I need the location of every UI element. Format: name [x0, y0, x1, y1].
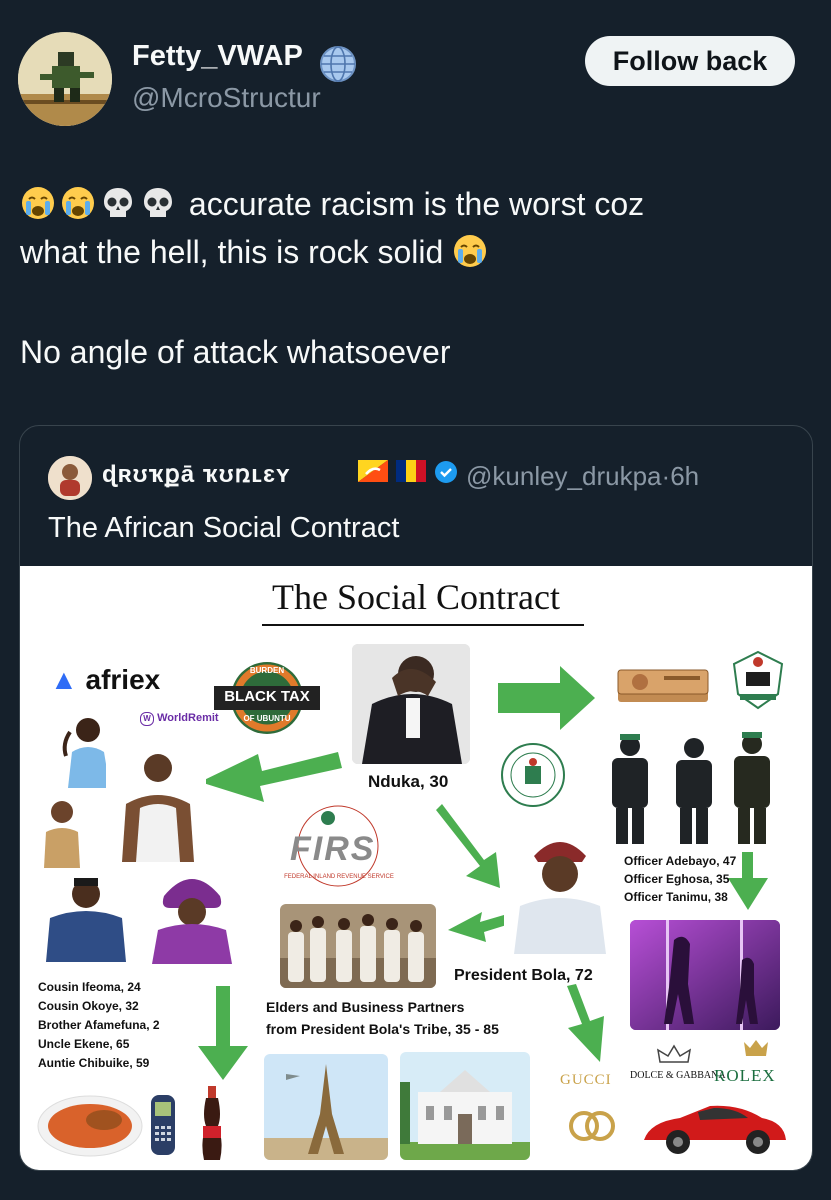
- elders-photo: [280, 904, 436, 988]
- skull-icon: [140, 185, 176, 221]
- quote-text: The African Social Contract: [48, 512, 400, 544]
- naira-cash-icon: [616, 666, 710, 706]
- rolex-label: ROLEX: [714, 1066, 776, 1085]
- crying-face-icon: [20, 185, 56, 221]
- elders-label: Elders and Business Partners from Presid…: [266, 996, 499, 1040]
- tweet-text-2: what the hell, this is rock solid: [20, 234, 444, 270]
- nokia-phone-icon: [150, 1094, 176, 1156]
- arrow-to-president-icon: [436, 804, 500, 888]
- nduka-label: Nduka, 30: [368, 772, 449, 791]
- afriex-logo: ▲ afriex: [50, 664, 161, 695]
- family-okoye: Cousin Okoye, 32: [38, 999, 139, 1013]
- elders-line-1: Elders and Business Partners: [266, 999, 465, 1015]
- eiffel-tower-photo: [264, 1054, 388, 1160]
- tweet-line-2: what the hell, this is rock solid: [20, 228, 492, 276]
- young-man-photo: [106, 744, 206, 862]
- auntie-photo: [144, 868, 240, 964]
- quote-time[interactable]: 6h: [670, 461, 699, 491]
- black-tax-bottom-text: OF UBUNTU: [243, 714, 291, 723]
- black-tax-badge: BLACK TAX BURDEN OF UBUNTU: [212, 658, 322, 738]
- president-photo: [504, 822, 616, 954]
- black-tax-top-text: BURDEN: [249, 666, 285, 675]
- nduka-photo: [352, 644, 470, 764]
- author-avatar[interactable]: [18, 32, 112, 126]
- black-tax-label: BLACK TAX: [224, 688, 310, 705]
- globe-icon: [318, 44, 358, 84]
- author-handle[interactable]: @McroStructur: [132, 82, 321, 114]
- police-badge-icon: [730, 650, 786, 710]
- crying-face-icon: [452, 233, 488, 269]
- quote-handle[interactable]: @kunley_drukpa: [466, 461, 662, 491]
- strip-club-photo: [630, 920, 780, 1030]
- family-list: Cousin Ifeoma, 24 Cousin Okoye, 32 Broth…: [38, 978, 160, 1073]
- police-officers-photo: [590, 722, 790, 846]
- firs-label: FIRS: [290, 830, 376, 868]
- coca-cola-bottle-icon: [198, 1086, 226, 1162]
- arrow-to-luxury-icon: [567, 984, 604, 1062]
- family-ifeoma: Cousin Ifeoma, 24: [38, 980, 141, 994]
- follow-back-button[interactable]: Follow back: [585, 36, 795, 86]
- presidency-seal-icon: [500, 742, 566, 808]
- pixel-character-icon: [18, 32, 112, 126]
- romania-flag-icon: [396, 460, 426, 482]
- social-contract-infographic[interactable]: The Social Contract ▲ afriex W WorldRemi…: [20, 566, 812, 1170]
- family-ekene: Uncle Ekene, 65: [38, 1037, 130, 1051]
- red-ferrari-photo: [640, 1096, 790, 1160]
- afriex-label: afriex: [85, 664, 161, 695]
- worldremit-label: WorldRemit: [157, 712, 219, 724]
- crown-emblem-icon: [652, 1042, 696, 1068]
- president-label: President Bola, 72: [454, 967, 593, 984]
- crying-face-icon: [60, 185, 96, 221]
- tweet-text-3: No angle of attack whatsoever: [20, 334, 451, 370]
- firs-ring-text: FEDERAL INLAND REVENUE SERVICE: [284, 874, 394, 880]
- gucci-label: GUCCI: [560, 1072, 612, 1088]
- uncle-photo: [40, 870, 132, 962]
- officer-eghosa: Officer Eghosa, 35: [624, 872, 730, 886]
- officer-tanimu: Officer Tanimu, 38: [624, 890, 728, 904]
- firs-logo: FIRS FEDERAL INLAND REVENUE SERVICE: [276, 802, 402, 888]
- quote-author-avatar[interactable]: [48, 456, 92, 500]
- rolex-crown-icon: [742, 1038, 770, 1060]
- author-name[interactable]: Fetty_VWAP: [132, 40, 303, 73]
- tweet-line-1: accurate racism is the worst coz: [20, 180, 644, 228]
- dot-separator: ·: [661, 461, 671, 491]
- quoted-tweet[interactable]: ɖʀʊҡքā ҡʊռʟɛʏ @kunley_drukpa·6h The Afri…: [19, 425, 813, 1171]
- tweet-text-1: accurate racism is the worst coz: [188, 186, 645, 222]
- bhutan-flag-icon: [358, 460, 388, 482]
- gucci-logo-icon: [564, 1106, 620, 1146]
- verified-badge-icon: [434, 460, 458, 484]
- family-afamefuna: Brother Afamefuna, 2: [38, 1018, 160, 1032]
- quote-handle-line: @kunley_drukpa·6h: [466, 461, 699, 492]
- officers-list: Officer Adebayo, 47 Officer Eghosa, 35 O…: [624, 852, 736, 906]
- arrow-to-cash-icon: [498, 666, 595, 730]
- skull-icon: [100, 185, 136, 221]
- arrow-to-family-icon: [200, 752, 342, 802]
- elders-line-2: from President Bola's Tribe, 35 - 85: [266, 1021, 499, 1037]
- mansion-photo: [400, 1052, 530, 1160]
- child-photo: [34, 794, 90, 868]
- dolce-label: DOLCE & GABBANA: [630, 1070, 726, 1081]
- officer-adebayo: Officer Adebayo, 47: [624, 854, 737, 868]
- family-chibuike: Auntie Chibuike, 59: [38, 1056, 150, 1070]
- arrow-to-food-icon: [198, 986, 248, 1080]
- quote-author-name[interactable]: ɖʀʊҡքā ҡʊռʟɛʏ: [102, 460, 291, 489]
- jollof-rice-photo: [34, 1088, 146, 1160]
- worldremit-logo: W WorldRemit: [140, 712, 219, 726]
